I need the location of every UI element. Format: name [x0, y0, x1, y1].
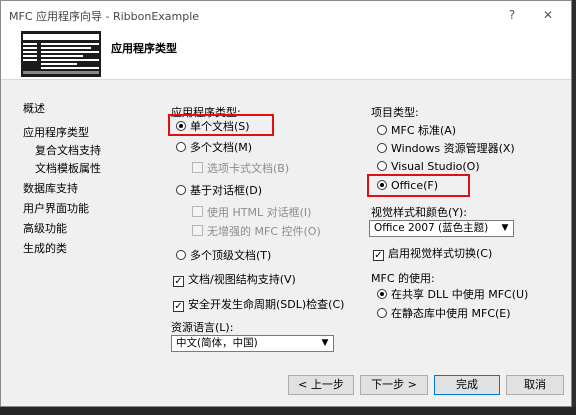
nav-item-advanced[interactable]: 高级功能 [23, 219, 143, 239]
checkbox-checked-icon: ✓ [173, 301, 184, 312]
html-dialog-label: 使用 HTML 对话框(I) [207, 206, 312, 219]
visual-style-select[interactable]: Office 2007 (蓝色主题) ▼ [369, 220, 514, 237]
tabbed-docs-checkbox[interactable]: 选项卡式文档(B) [192, 161, 289, 177]
radio-icon [176, 142, 186, 152]
visual-style-value: Office 2007 (蓝色主题) [374, 222, 489, 234]
tabbed-docs-label: 选项卡式文档(B) [207, 162, 290, 175]
chevron-down-icon: ▼ [501, 223, 509, 233]
visual-studio-radio[interactable]: Visual Studio(O) [377, 159, 480, 175]
nav-item-compound-doc[interactable]: 复合文档支持 [23, 143, 143, 159]
radio-icon [176, 250, 186, 260]
window-title: MFC 应用程序向导 - RibbonExample [9, 10, 200, 23]
radio-icon [377, 125, 387, 135]
static-lib-label: 在静态库中使用 MFC(E) [391, 307, 511, 320]
office-highlight [367, 174, 470, 197]
finish-button[interactable]: 完成 [434, 375, 500, 395]
windows-explorer-radio[interactable]: Windows 资源管理器(X) [377, 141, 515, 157]
radio-icon [377, 161, 387, 171]
resource-lang-value: 中文(简体，中国) [176, 337, 258, 349]
page-title: 应用程序类型 [111, 42, 177, 55]
nav-item-doc-template[interactable]: 文档模板属性 [23, 161, 143, 177]
close-button[interactable]: ✕ [537, 5, 559, 25]
help-button[interactable]: ? [501, 5, 523, 25]
checkbox-icon [192, 206, 203, 217]
single-doc-highlight [168, 114, 274, 136]
shared-dll-radio[interactable]: 在共享 DLL 中使用 MFC(U) [377, 287, 528, 303]
prev-button[interactable]: < 上一步 [288, 375, 354, 395]
enable-style-switch-label: 启用视觉样式切换(C) [388, 247, 493, 260]
background-ide-strip [0, 407, 576, 415]
project-type-label: 项目类型: [371, 106, 419, 119]
multi-toplevel-label: 多个顶级文档(T) [190, 249, 272, 262]
next-button[interactable]: 下一步 > [360, 375, 428, 395]
mfc-use-label: MFC 的使用: [371, 272, 435, 285]
wizard-dialog: MFC 应用程序向导 - RibbonExample ? ✕ 应用程序类型 概述… [0, 0, 572, 407]
sdl-checks-checkbox[interactable]: ✓ 安全开发生命周期(SDL)检查(C) [173, 297, 344, 313]
nav-item-generated-classes[interactable]: 生成的类 [23, 239, 143, 259]
radio-selected-icon [377, 289, 387, 299]
visual-style-label: 视觉样式和颜色(Y): [371, 206, 468, 219]
windows-explorer-label: Windows 资源管理器(X) [391, 142, 515, 155]
enable-style-switch-checkbox[interactable]: ✓ 启用视觉样式切换(C) [373, 246, 492, 262]
dialog-based-radio[interactable]: 基于对话框(D) [176, 183, 262, 199]
multi-doc-label: 多个文档(M) [190, 141, 253, 154]
mfc-standard-radio[interactable]: MFC 标准(A) [377, 123, 456, 139]
checkbox-checked-icon: ✓ [373, 250, 384, 261]
radio-icon [176, 185, 186, 195]
dialog-based-label: 基于对话框(D) [190, 184, 263, 197]
sdl-checks-label: 安全开发生命周期(SDL)检查(C) [188, 298, 345, 311]
multi-toplevel-radio[interactable]: 多个顶级文档(T) [176, 248, 271, 264]
radio-icon [377, 308, 387, 318]
multi-doc-radio[interactable]: 多个文档(M) [176, 140, 252, 156]
no-enhanced-mfc-label: 无增强的 MFC 控件(O) [207, 225, 321, 238]
mfc-standard-label: MFC 标准(A) [391, 124, 457, 137]
wizard-logo-icon [21, 31, 101, 77]
html-dialog-checkbox[interactable]: 使用 HTML 对话框(I) [192, 205, 311, 221]
nav-item-database[interactable]: 数据库支持 [23, 179, 143, 199]
checkbox-checked-icon: ✓ [173, 276, 184, 287]
no-enhanced-mfc-checkbox[interactable]: 无增强的 MFC 控件(O) [192, 224, 321, 240]
chevron-down-icon: ▼ [321, 338, 329, 348]
resource-lang-select[interactable]: 中文(简体，中国) ▼ [171, 335, 334, 352]
title-bar: MFC 应用程序向导 - RibbonExample ? ✕ [1, 1, 571, 29]
wizard-banner: 应用程序类型 [1, 29, 571, 80]
wizard-nav: 概述 应用程序类型 复合文档支持 文档模板属性 数据库支持 用户界面功能 高级功… [23, 99, 143, 259]
nav-item-ui-features[interactable]: 用户界面功能 [23, 199, 143, 219]
checkbox-icon [192, 225, 203, 236]
cancel-button[interactable]: 取消 [506, 375, 564, 395]
docview-support-label: 文档/视图结构支持(V) [188, 273, 296, 286]
nav-item-app-type[interactable]: 应用程序类型 [23, 123, 143, 143]
resource-lang-label: 资源语言(L): [171, 321, 234, 334]
radio-icon [377, 143, 387, 153]
docview-support-checkbox[interactable]: ✓ 文档/视图结构支持(V) [173, 272, 296, 288]
checkbox-icon [192, 162, 203, 173]
visual-studio-label: Visual Studio(O) [391, 160, 480, 173]
shared-dll-label: 在共享 DLL 中使用 MFC(U) [391, 288, 529, 301]
static-lib-radio[interactable]: 在静态库中使用 MFC(E) [377, 306, 511, 322]
nav-item-overview[interactable]: 概述 [23, 99, 143, 119]
